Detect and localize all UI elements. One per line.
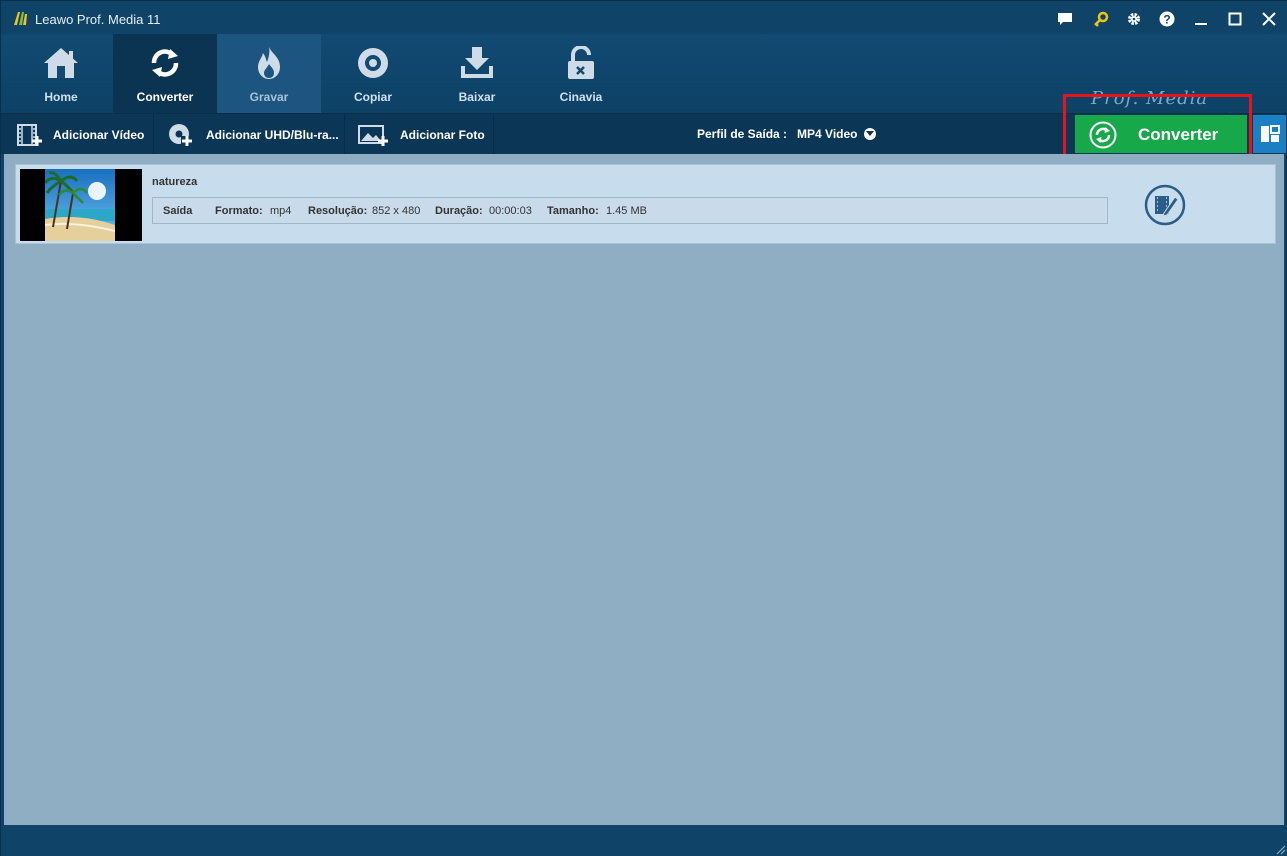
layout-icon: [1260, 125, 1280, 142]
convert-icon: [151, 49, 179, 77]
title-bar: Leawo Prof. Media 11 ?: [1, 1, 1287, 37]
format-value: mp4: [270, 205, 292, 217]
nav-item-home[interactable]: Home: [9, 34, 113, 113]
nav-label-copiar: Copiar: [353, 90, 392, 104]
output-label: Saída: [163, 205, 193, 217]
resize-grip-icon[interactable]: [1274, 843, 1286, 855]
nav-item-converter[interactable]: Converter: [113, 34, 217, 113]
app-title: Leawo Prof. Media 11: [35, 12, 161, 27]
photo-add-icon: [358, 124, 388, 146]
file-name: natureza: [152, 176, 198, 188]
layout-toggle-button[interactable]: [1253, 115, 1286, 153]
output-info-box: Saída Formato: mp4 Resolução: 852 x 480 …: [152, 197, 1108, 224]
resolution-label: Resolução:: [308, 205, 368, 217]
disc-add-icon: [169, 123, 193, 146]
edit-video-icon[interactable]: [1144, 184, 1186, 226]
add-uhd-label: Adicionar UHD/Blu-ra...: [206, 127, 339, 142]
output-profile-selector[interactable]: Perfil de Saída : MP4 Video: [697, 127, 876, 141]
svg-text:?: ?: [1163, 13, 1170, 27]
help-icon[interactable]: ?: [1157, 9, 1177, 29]
maximize-icon[interactable]: [1225, 9, 1245, 29]
chat-icon[interactable]: [1055, 9, 1075, 29]
resolution-value: 852 x 480: [372, 205, 421, 217]
add-video-button[interactable]: Adicionar Vídeo: [1, 114, 154, 155]
format-label: Formato:: [215, 205, 263, 217]
home-icon: [44, 48, 78, 78]
status-bar: [1, 825, 1287, 856]
disc-icon: [358, 48, 388, 78]
minimize-icon[interactable]: [1191, 9, 1211, 29]
nav-label-home: Home: [44, 90, 78, 104]
key-icon[interactable]: [1091, 9, 1111, 29]
nav-label-converter: Converter: [136, 90, 194, 104]
file-list-area: natureza Saída Formato: mp4 Resolução: 8…: [4, 154, 1284, 825]
duration-value: 00:00:03: [489, 205, 532, 217]
profile-value: MP4 Video: [797, 127, 858, 141]
fire-icon: [258, 47, 280, 79]
add-photo-button[interactable]: Adicionar Foto: [345, 114, 494, 155]
add-uhd-bluray-button[interactable]: Adicionar UHD/Blu-ra...: [154, 114, 345, 155]
add-video-label: Adicionar Vídeo: [53, 127, 145, 142]
size-value: 1.45 MB: [606, 205, 647, 217]
gear-icon[interactable]: [1124, 9, 1144, 29]
profile-label: Perfil de Saída :: [697, 127, 788, 141]
film-add-icon: [17, 123, 42, 146]
download-icon: [461, 47, 493, 78]
app-window: Leawo Prof. Media 11 ? Home Converter Gr…: [0, 0, 1287, 856]
close-icon[interactable]: [1259, 9, 1279, 29]
add-photo-label: Adicionar Foto: [400, 127, 485, 142]
nav-item-cinavia[interactable]: Cinavia: [529, 34, 633, 113]
unlock-icon: [568, 46, 594, 79]
beach-thumbnail-image: [45, 169, 115, 241]
nav-item-baixar[interactable]: Baixar: [425, 34, 529, 113]
nav-item-gravar[interactable]: Gravar: [217, 34, 321, 113]
chevron-down-icon: [863, 128, 876, 140]
nav-label-cinavia: Cinavia: [559, 90, 603, 104]
nav-item-copiar[interactable]: Copiar: [321, 34, 425, 113]
nav-label-baixar: Baixar: [458, 90, 496, 104]
nav-label-gravar: Gravar: [249, 90, 289, 104]
duration-label: Duração:: [435, 205, 483, 217]
file-row[interactable]: natureza Saída Formato: mp4 Resolução: 8…: [15, 164, 1276, 244]
app-logo-icon: [14, 12, 27, 25]
video-thumbnail: [20, 169, 142, 241]
size-label: Tamanho:: [547, 205, 599, 217]
